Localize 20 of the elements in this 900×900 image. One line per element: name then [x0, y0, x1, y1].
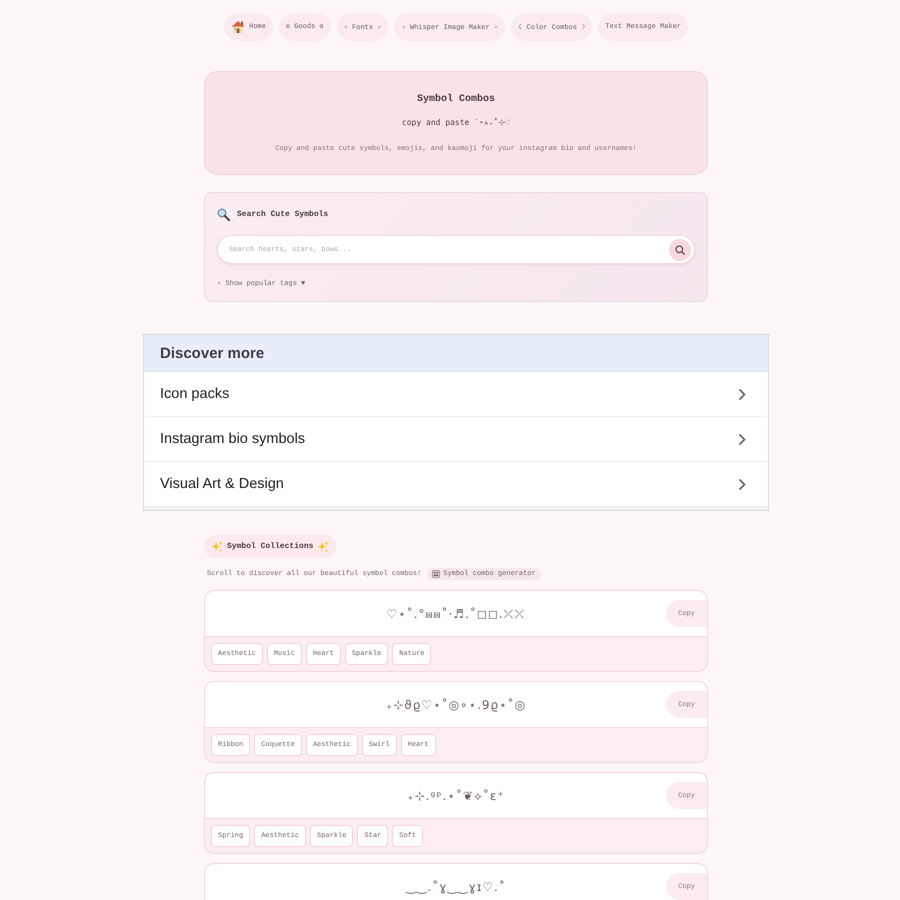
combo-symbols: ‿‿.˚ɣ‿‿ɣɪ♡.˚	[406, 880, 506, 894]
search-icon	[675, 244, 685, 254]
sparkle-icon	[211, 540, 223, 552]
page-subtitle: copy and paste ˙⋆✮₊˚⊹♡	[402, 117, 510, 129]
chevron-right-icon	[738, 478, 746, 490]
grid-icon	[432, 570, 440, 578]
combo-symbols: ♡⋆˚.°⩎⩎˚·♬.˚◻◻.⤫⤫	[386, 606, 526, 620]
discover-link[interactable]: Icon packs	[144, 372, 768, 417]
combo-symbols: ₊⊹ϑϱ♡⋆˚◎∘⋆.9ϱ⋆˚◎	[386, 698, 526, 712]
discover-header: Discover more	[144, 335, 768, 372]
chevron-right-icon	[738, 432, 746, 446]
sparkle-icon	[317, 540, 330, 552]
chevron-right-icon	[738, 388, 746, 400]
search-title: Search Cute Symbols	[237, 210, 328, 218]
page-title: Symbol Combos	[416, 94, 495, 106]
magnifier-icon	[217, 208, 230, 220]
house-icon	[231, 20, 245, 34]
combo-symbols: ₊⊹.ᵍᵖ.⋆˚❦⟡˚ɛ⁺	[407, 788, 505, 802]
collections-title: Symbol Collections	[227, 542, 314, 551]
discover-link[interactable]: Instagram bio symbols	[144, 417, 768, 462]
